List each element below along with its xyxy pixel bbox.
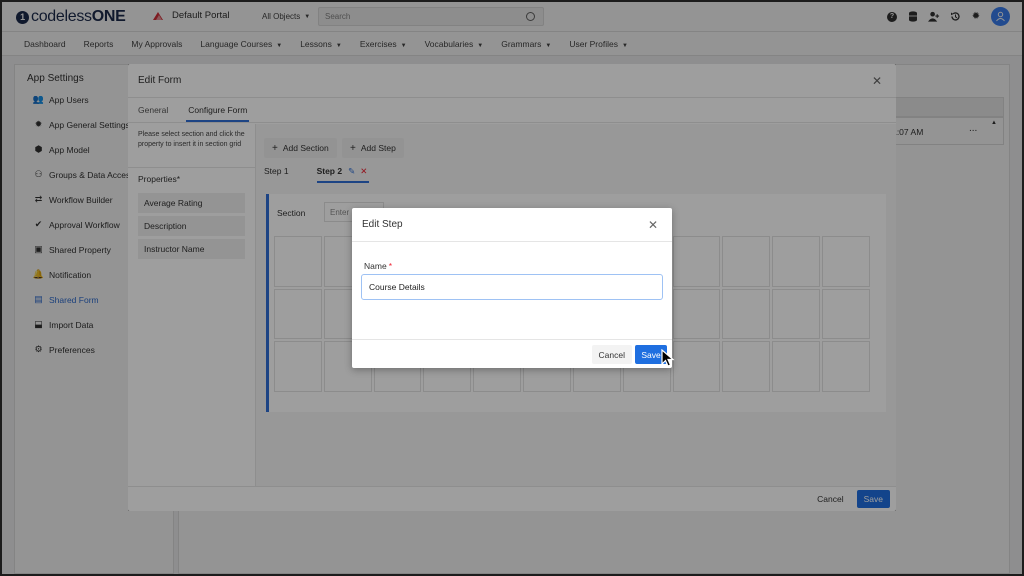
edit-step-dialog: Edit Step ✕ Name* Cancel Save [352, 208, 672, 368]
mouse-cursor-icon [661, 349, 675, 367]
edit-step-title: Edit Step [362, 219, 403, 230]
edit-step-header: Edit Step ✕ [352, 208, 672, 242]
step-name-input[interactable] [361, 274, 663, 300]
edit-step-footer: Cancel Save [352, 339, 672, 368]
app-window: 1 codeless ONE Default Portal All Objects… [2, 2, 1022, 574]
name-label: Name * [364, 261, 392, 271]
cancel-button[interactable]: Cancel [591, 345, 632, 364]
close-icon[interactable]: ✕ [648, 218, 658, 232]
